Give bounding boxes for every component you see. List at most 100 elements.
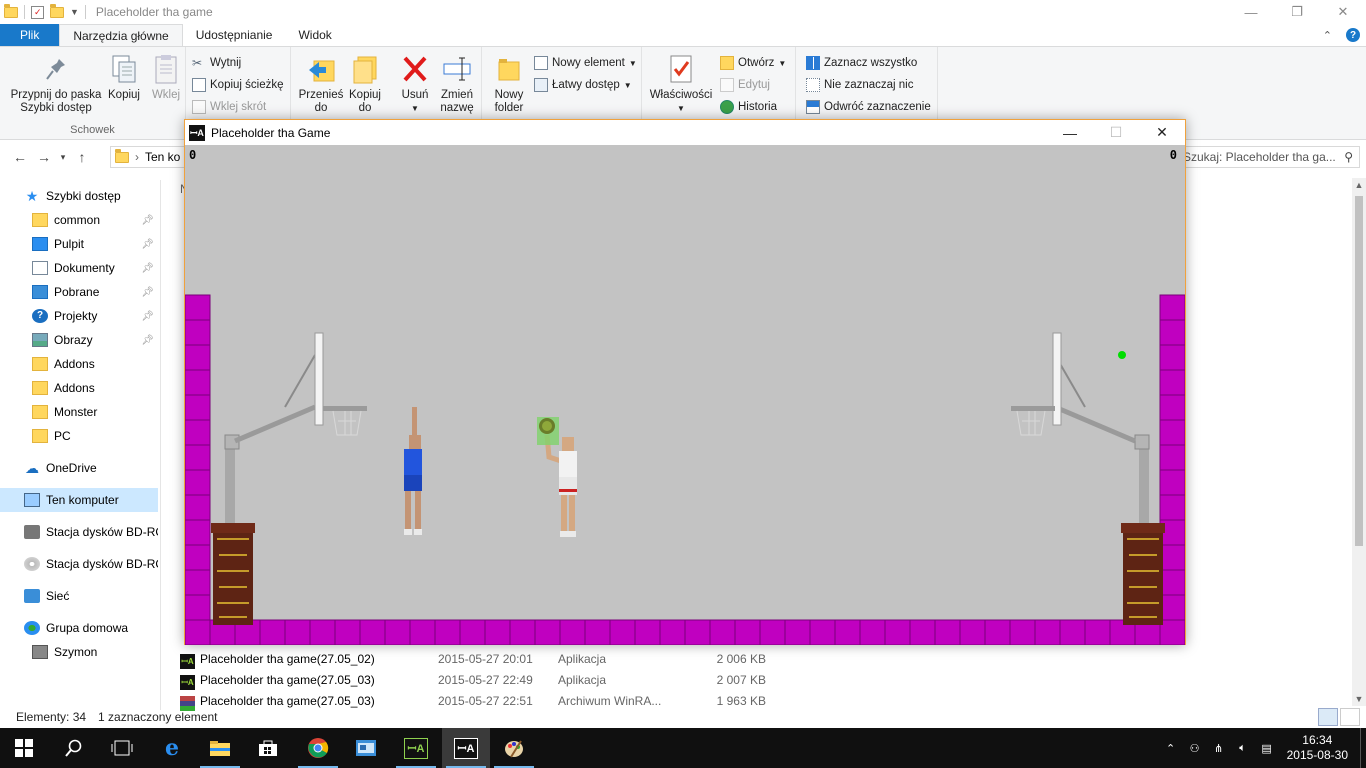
chrome-icon[interactable] [294, 728, 342, 768]
open-button[interactable]: Otwórz ▼ [720, 56, 786, 70]
windows-start-icon[interactable] [0, 728, 48, 768]
invert-selection-button[interactable]: Odwróć zaznaczenie [806, 100, 931, 114]
volume-icon[interactable]: 🔈︎ [1231, 742, 1255, 755]
select-all-button[interactable]: Zaznacz wszystko [806, 56, 917, 70]
paint-icon[interactable] [490, 728, 538, 768]
new-folder-icon[interactable] [50, 3, 64, 18]
game-court[interactable]: 0 0 [185, 145, 1185, 645]
file-list-scrollbar[interactable]: ▲ ▼ [1352, 178, 1366, 706]
file-explorer-icon[interactable] [196, 728, 244, 768]
paste-shortcut-button[interactable]: Wklej skrót [192, 100, 266, 114]
people-icon[interactable]: ⚇ [1183, 742, 1207, 755]
sidebar-item[interactable]: Stacja dysków BD-RO [0, 520, 158, 544]
sidebar-item[interactable]: Sieć [0, 584, 158, 608]
edge-icon[interactable]: e [148, 728, 196, 768]
scrollbar-thumb[interactable] [1355, 196, 1363, 546]
delete-button[interactable]: Usuń ▼ [395, 53, 435, 115]
sidebar-item[interactable]: Pulpit 📌︎ [0, 232, 158, 256]
sidebar-item[interactable]: Addons [0, 376, 158, 400]
sidebar-item[interactable]: Dokumenty 📌︎ [0, 256, 158, 280]
help-icon[interactable]: ? [1346, 28, 1360, 42]
up-button[interactable]: ↑ [70, 149, 94, 165]
copy-to-button[interactable]: Kopiuj do▼ [343, 53, 387, 128]
show-desktop-button[interactable] [1360, 728, 1366, 768]
floor-brick [634, 619, 661, 645]
rename-button[interactable]: Zmień nazwę [435, 53, 479, 115]
copy-button[interactable]: Kopiuj [104, 53, 144, 102]
forward-button[interactable]: → [32, 149, 56, 165]
sidebar-item[interactable]: Szymon [0, 640, 158, 664]
breadcrumb[interactable]: Ten ko [145, 150, 180, 164]
sidebar-item[interactable]: PC [0, 424, 158, 448]
sidebar-item[interactable]: ★ Szybki dostęp [0, 184, 158, 208]
sidebar-item[interactable]: common 📌︎ [0, 208, 158, 232]
game-window[interactable]: ꟷA Placeholder tha Game — ☐ ✕ 0 0 [184, 119, 1186, 645]
wall-brick [185, 369, 211, 396]
address-bar[interactable]: › Ten ko [110, 146, 190, 168]
paste-button[interactable]: Wklej [146, 53, 186, 102]
cut-button[interactable]: ✂ Wytnij [192, 56, 241, 70]
tab-file[interactable]: Plik [0, 24, 60, 46]
new-folder-button[interactable]: Nowy folder [488, 53, 530, 115]
game-icon: ꟷA [189, 124, 205, 141]
sidebar-item[interactable]: Stacja dysków BD-RO [0, 552, 158, 576]
pin-icon[interactable]: 📌︎ [141, 287, 154, 298]
app-icon[interactable] [342, 728, 390, 768]
store-icon[interactable] [244, 728, 292, 768]
copy-path-button[interactable]: Kopiuj ścieżkę [192, 78, 284, 92]
ribbon-tabs: Plik Narzędzia główne Udostępnianie Wido… [0, 24, 1366, 46]
clock[interactable]: 16:34 2015-08-30 [1279, 733, 1356, 763]
sidebar-item[interactable]: Grupa domowa [0, 616, 158, 640]
game-titlebar[interactable]: ꟷA Placeholder tha Game — ☐ ✕ [185, 120, 1185, 145]
scroll-up-icon[interactable]: ▲ [1352, 180, 1366, 190]
search-input[interactable]: Szukaj: Placeholder tha ga... ⚲ [1176, 146, 1360, 168]
recent-locations-icon[interactable]: ▾ [56, 152, 70, 163]
action-center-icon[interactable]: ▤ [1255, 742, 1279, 755]
new-item-button[interactable]: Nowy element ▼ [534, 56, 637, 70]
network-icon[interactable]: ⋔ [1207, 742, 1231, 755]
select-none-label: Nie zaznaczaj nic [824, 79, 914, 91]
pin-icon[interactable]: 📌︎ [141, 215, 154, 226]
properties-button[interactable]: Właściwości ▼ [648, 53, 714, 115]
pin-quick-access-button[interactable]: Przypnij do paska Szybki dostęp [6, 53, 106, 115]
sidebar-item[interactable]: ? Projekty 📌︎ [0, 304, 158, 328]
game-icon[interactable]: ꟷA [442, 728, 490, 768]
game-icon[interactable]: ꟷA [392, 728, 440, 768]
sidebar-item[interactable]: Addons [0, 352, 158, 376]
tab-share[interactable]: Udostępnianie [183, 24, 286, 46]
game-close-button[interactable]: ✕ [1139, 120, 1185, 145]
game-maximize-button[interactable]: ☐ [1093, 120, 1139, 145]
large-icons-view-button[interactable] [1340, 708, 1360, 726]
sidebar-item[interactable]: Ten komputer [0, 488, 158, 512]
move-to-button[interactable]: Przenieś do▼ [295, 53, 347, 128]
maximize-button[interactable]: ❐ [1274, 0, 1320, 24]
edit-button[interactable]: Edytuj [720, 78, 770, 92]
qat-dropdown-icon[interactable]: ▼ [70, 7, 79, 17]
search-icon[interactable] [50, 728, 98, 768]
properties-icon[interactable]: ✓ [31, 5, 44, 19]
task-view-icon[interactable] [98, 728, 146, 768]
pin-icon[interactable]: 📌︎ [141, 239, 154, 250]
scroll-down-icon[interactable]: ▼ [1352, 694, 1366, 704]
easy-access-button[interactable]: Łatwy dostęp ▼ [534, 78, 632, 92]
history-button[interactable]: Historia [720, 100, 777, 114]
select-none-button[interactable]: Nie zaznaczaj nic [806, 78, 913, 92]
show-hidden-icons-icon[interactable]: ⌃ [1159, 742, 1183, 755]
sidebar-item[interactable]: ☁ OneDrive [0, 456, 158, 480]
game-minimize-button[interactable]: — [1047, 120, 1093, 145]
minimize-button[interactable]: — [1228, 0, 1274, 24]
tab-view[interactable]: Widok [285, 24, 344, 46]
pin-icon[interactable]: 📌︎ [141, 263, 154, 274]
close-button[interactable]: ✕ [1320, 0, 1366, 24]
back-button[interactable]: ← [8, 149, 32, 165]
file-row[interactable]: ꟷA Placeholder tha game(27.05_03) 2015-05-… [178, 669, 778, 690]
sidebar-item[interactable]: Obrazy 📌︎ [0, 328, 158, 352]
sidebar-item[interactable]: Monster [0, 400, 158, 424]
details-view-button[interactable] [1318, 708, 1338, 726]
pin-icon[interactable]: 📌︎ [141, 335, 154, 346]
sidebar-item[interactable]: Pobrane 📌︎ [0, 280, 158, 304]
pin-icon[interactable]: 📌︎ [141, 311, 154, 322]
tab-home[interactable]: Narzędzia główne [59, 24, 183, 46]
expand-ribbon-icon[interactable]: ⌃ [1323, 29, 1332, 42]
file-row[interactable]: ꟷA Placeholder tha game(27.05_02) 2015-05-… [178, 648, 778, 669]
